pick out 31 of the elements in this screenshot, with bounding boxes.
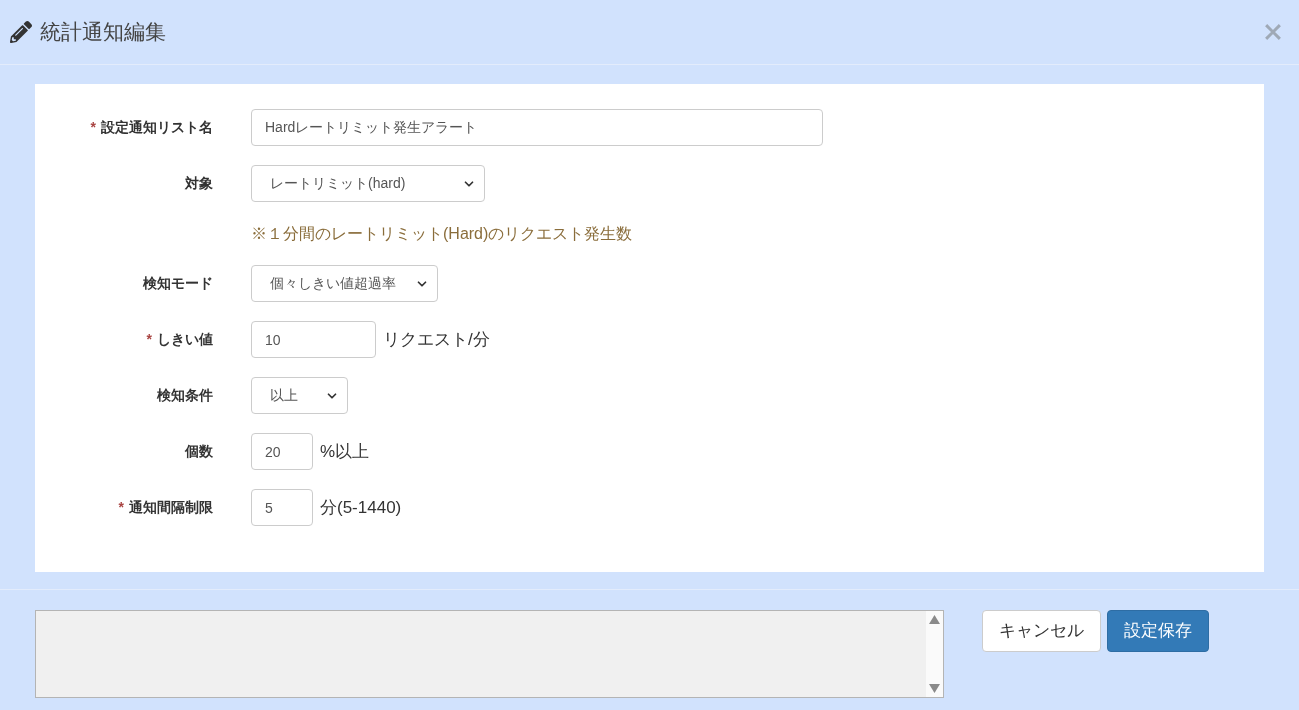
field-label: 検知条件: [157, 386, 213, 405]
condition-select[interactable]: 以上: [251, 377, 348, 414]
list-name-field[interactable]: Hardレートリミット発生アラート: [251, 109, 823, 146]
message-area[interactable]: [35, 610, 944, 698]
interval-field[interactable]: 5: [251, 489, 313, 526]
hint-text: ※１分間のレートリミット(Hard)のリクエスト発生数: [251, 223, 633, 244]
scrollbar[interactable]: [926, 611, 943, 697]
field-label: 対象: [185, 174, 213, 193]
count-field[interactable]: 20: [251, 433, 313, 470]
threshold-field[interactable]: 10: [251, 321, 376, 358]
scroll-down-icon[interactable]: [929, 684, 940, 693]
close-icon: [1265, 24, 1281, 40]
target-select[interactable]: レートリミット(hard): [251, 165, 485, 202]
field-label: 検知モード: [143, 274, 213, 293]
unit-text: %以上: [320, 440, 370, 463]
required-mark: *: [118, 498, 124, 517]
required-mark: *: [90, 118, 96, 137]
required-mark: *: [146, 330, 152, 349]
dialog-title: 統計通知編集: [40, 19, 166, 46]
save-button[interactable]: 設定保存: [1107, 610, 1209, 652]
unit-text: リクエスト/分: [383, 328, 490, 351]
cancel-button[interactable]: キャンセル: [982, 610, 1101, 652]
field-label: 通知間隔制限: [129, 498, 213, 517]
close-button[interactable]: [1264, 23, 1282, 41]
pencil-icon: [10, 21, 32, 43]
field-label: 設定通知リスト名: [101, 118, 213, 137]
scroll-up-icon[interactable]: [929, 615, 940, 624]
field-label: 個数: [185, 442, 213, 461]
field-label: しきい値: [157, 330, 213, 349]
unit-text: 分(5-1440): [320, 496, 402, 519]
detection-mode-select[interactable]: 個々しきい値超過率: [251, 265, 438, 302]
